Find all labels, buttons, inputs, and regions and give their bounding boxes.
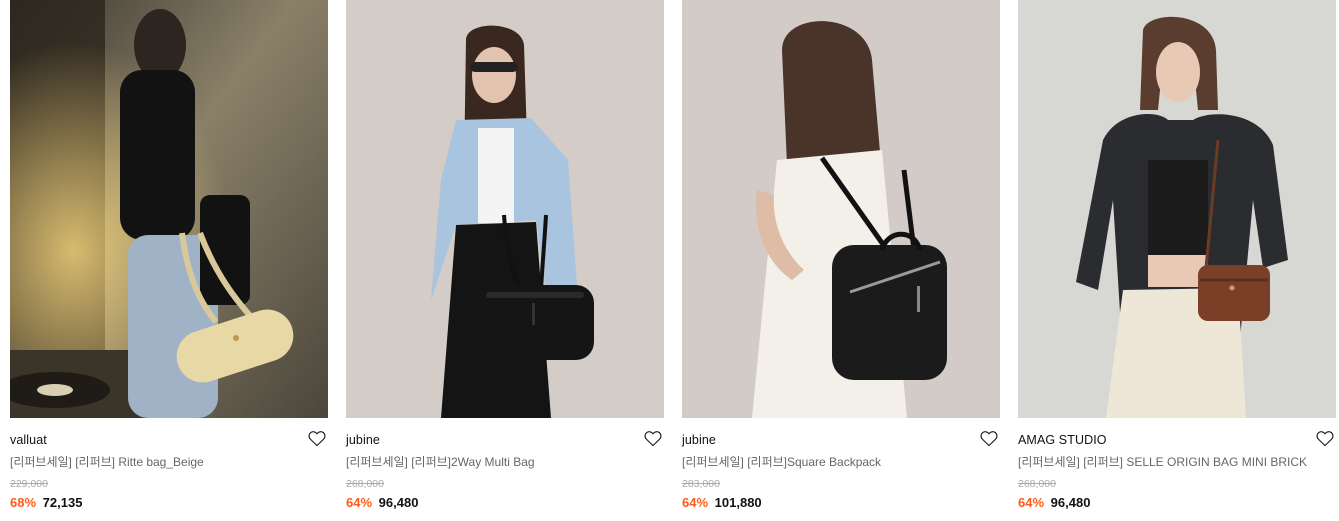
sale-price: 101,880 [714, 495, 762, 510]
product-card[interactable]: AMAG STUDIO [리퍼브세일] [리퍼브] SELLE ORIGIN B… [1018, 0, 1336, 521]
product-title[interactable]: [리퍼브세일] [리퍼브] Ritte bag_Beige [10, 454, 328, 470]
price-row: 64% 96,480 [1018, 495, 1336, 511]
sale-price: 72,135 [42, 495, 83, 510]
product-image[interactable] [10, 0, 328, 418]
product-brand[interactable]: jubine [682, 432, 1000, 448]
product-info: AMAG STUDIO [리퍼브세일] [리퍼브] SELLE ORIGIN B… [1018, 418, 1336, 511]
product-brand[interactable]: jubine [346, 432, 664, 448]
original-price: 283,000 [682, 478, 720, 490]
product-brand[interactable]: AMAG STUDIO [1018, 432, 1336, 448]
original-price: 229,000 [10, 478, 48, 490]
original-price: 268,000 [1018, 478, 1056, 490]
product-info: valluat [리퍼브세일] [리퍼브] Ritte bag_Beige 22… [10, 418, 328, 511]
product-title[interactable]: [리퍼브세일] [리퍼브]Square Backpack [682, 454, 1000, 470]
product-image[interactable] [346, 0, 664, 418]
product-grid: valluat [리퍼브세일] [리퍼브] Ritte bag_Beige 22… [0, 0, 1339, 521]
product-card[interactable]: jubine [리퍼브세일] [리퍼브]Square Backpack 283,… [682, 0, 1000, 521]
discount-rate: 64% [682, 495, 709, 510]
heart-outline-icon[interactable] [308, 430, 326, 447]
product-card[interactable]: jubine [리퍼브세일] [리퍼브]2Way Multi Bag 268,0… [346, 0, 664, 521]
heart-outline-icon[interactable] [980, 430, 998, 447]
discount-rate: 64% [346, 495, 373, 510]
product-image[interactable] [1018, 0, 1336, 418]
price-row: 68% 72,135 [10, 495, 328, 511]
product-title[interactable]: [리퍼브세일] [리퍼브] SELLE ORIGIN BAG MINI BRIC… [1018, 454, 1336, 470]
price-row: 64% 96,480 [346, 495, 664, 511]
product-info: jubine [리퍼브세일] [리퍼브]2Way Multi Bag 268,0… [346, 418, 664, 511]
product-brand[interactable]: valluat [10, 432, 328, 448]
product-card[interactable]: valluat [리퍼브세일] [리퍼브] Ritte bag_Beige 22… [10, 0, 328, 521]
discount-rate: 64% [1018, 495, 1045, 510]
price-row: 64% 101,880 [682, 495, 1000, 511]
sale-price: 96,480 [378, 495, 419, 510]
product-title[interactable]: [리퍼브세일] [리퍼브]2Way Multi Bag [346, 454, 664, 470]
heart-outline-icon[interactable] [644, 430, 662, 447]
product-info: jubine [리퍼브세일] [리퍼브]Square Backpack 283,… [682, 418, 1000, 511]
original-price: 268,000 [346, 478, 384, 490]
sale-price: 96,480 [1050, 495, 1091, 510]
heart-outline-icon[interactable] [1316, 430, 1334, 447]
discount-rate: 68% [10, 495, 37, 510]
product-image[interactable] [682, 0, 1000, 418]
